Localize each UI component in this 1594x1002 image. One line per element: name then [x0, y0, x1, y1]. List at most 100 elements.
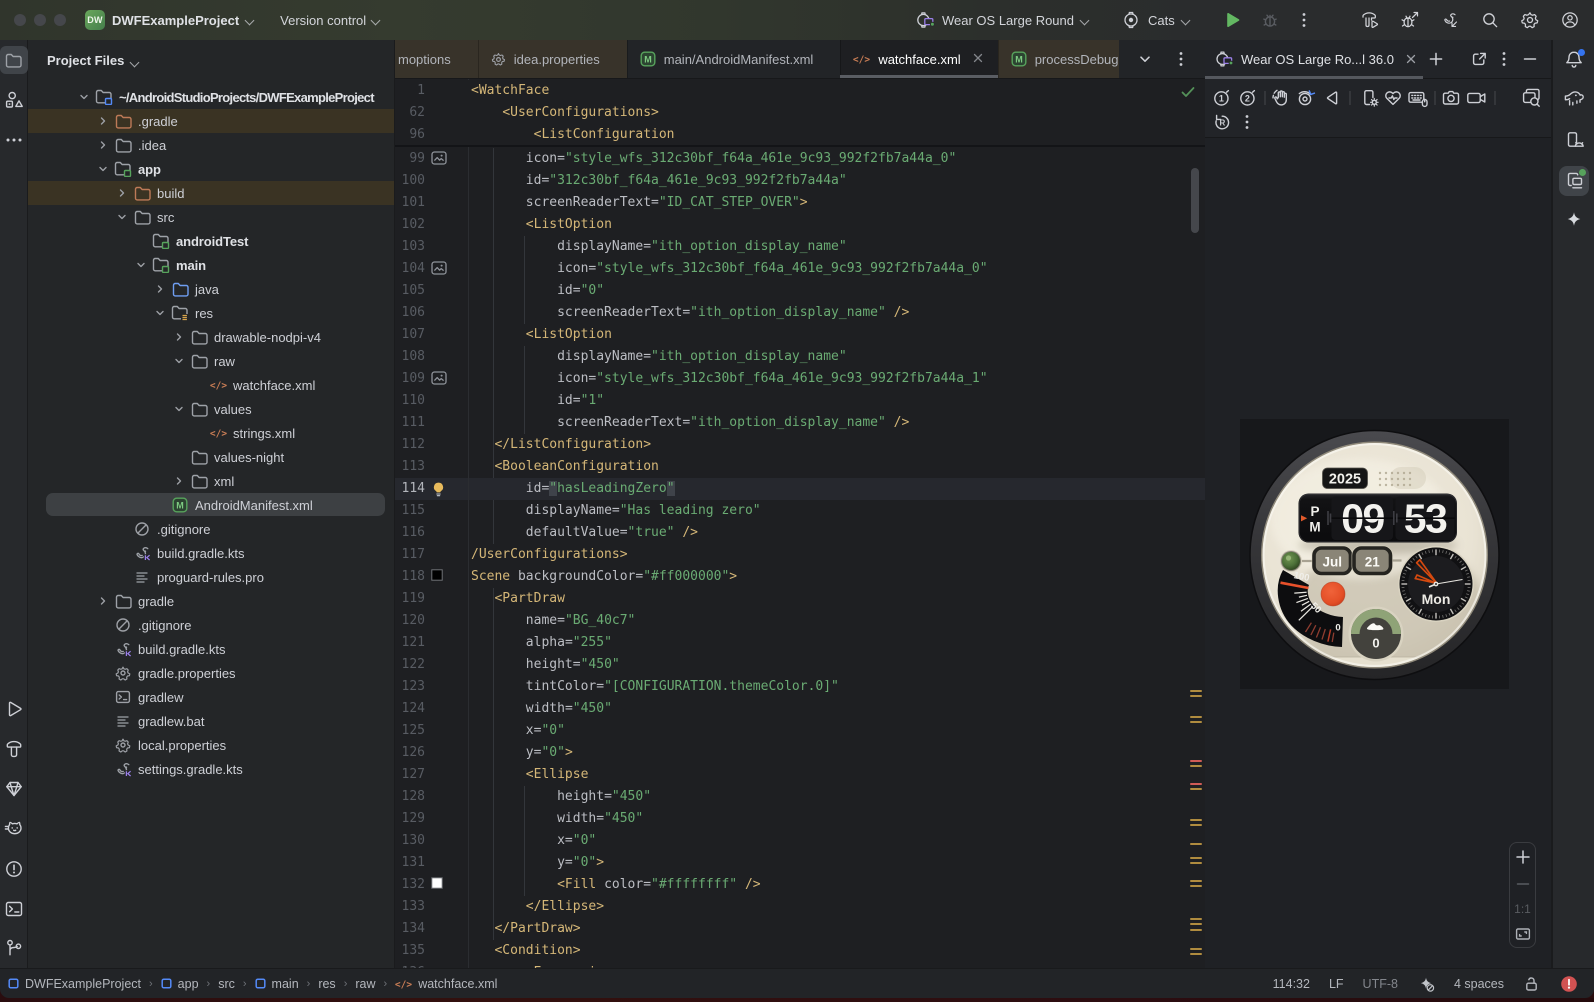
error-indicator[interactable]: [1560, 975, 1578, 993]
tree-item-.gitignore[interactable]: .gitignore: [28, 613, 394, 637]
traffic-lights[interactable]: [0, 14, 80, 26]
display-1-button[interactable]: 1: [1211, 87, 1233, 109]
close-tab-icon[interactable]: [971, 51, 985, 68]
toolwindow-more-tool-windows-button[interactable]: [0, 126, 28, 154]
tree-item-res[interactable]: res: [28, 301, 394, 325]
tree-item-proguard-rules.pro[interactable]: proguard-rules.pro: [28, 565, 394, 589]
build-hammer-icon[interactable]: [1360, 10, 1380, 30]
tree-item-settings.gradle.kts[interactable]: settings.gradle.kts: [28, 757, 394, 781]
error-stripe-mark[interactable]: [1190, 918, 1202, 927]
file-writable-icon[interactable]: [1523, 975, 1541, 993]
tree-item-java[interactable]: java: [28, 277, 394, 301]
device-selector[interactable]: Wear OS Large Round: [905, 5, 1099, 35]
chevron-down-icon[interactable]: [97, 163, 109, 175]
run-button[interactable]: [1222, 10, 1242, 30]
tree-item-values[interactable]: values: [28, 397, 394, 421]
sticky-line-1[interactable]: 1 <WatchFace: [395, 80, 1205, 102]
breadcrumb-item[interactable]: main: [254, 977, 299, 991]
gemini-status-icon[interactable]: [1417, 975, 1435, 993]
tree-item-raw[interactable]: raw: [28, 349, 394, 373]
error-stripe-mark[interactable]: [1190, 690, 1202, 699]
tree-item-build.gradle.kts[interactable]: build.gradle.kts: [28, 637, 394, 661]
toolwindow-gradle-button[interactable]: [1560, 86, 1588, 114]
run-configuration-selector[interactable]: Cats: [1111, 5, 1200, 35]
tree-item-main[interactable]: main: [28, 253, 394, 277]
chevron-right-icon[interactable]: [173, 475, 185, 487]
restart-button[interactable]: R: [1211, 111, 1233, 133]
toolwindow-gemini-button[interactable]: [1560, 206, 1588, 234]
error-stripe-mark[interactable]: [1190, 843, 1202, 848]
gutter-lightbulb-icon[interactable]: [431, 481, 447, 497]
tree-item-build.gradle.kts[interactable]: build.gradle.kts: [28, 541, 394, 565]
chevron-right-icon[interactable]: [97, 115, 109, 127]
tree-item-gradle.properties[interactable]: gradle.properties: [28, 661, 394, 685]
editor-tab-mainAndroidManifest.xml[interactable]: Mmain/AndroidManifest.xml: [627, 40, 841, 78]
add-device-icon[interactable]: [1427, 50, 1445, 68]
editor-tab-idea.properties[interactable]: idea.properties: [477, 40, 627, 78]
more-options-button[interactable]: [1236, 111, 1258, 133]
toolwindow-logcat-button[interactable]: [0, 815, 28, 843]
file-encoding[interactable]: UTF-8: [1363, 977, 1398, 991]
tree-item-.gradle[interactable]: .gradle: [28, 109, 394, 133]
health-services-button[interactable]: [1382, 87, 1404, 109]
error-stripe-mark[interactable]: [1190, 783, 1202, 792]
inspections-ok-icon[interactable]: [1180, 85, 1196, 103]
settings-gear-icon[interactable]: [1520, 10, 1540, 30]
tree-item-src[interactable]: src: [28, 205, 394, 229]
tree-item-.idea[interactable]: .idea: [28, 133, 394, 157]
tree-item-build[interactable]: build: [28, 181, 394, 205]
code-editor[interactable]: 99 icon="style_wfs_312c30bf_f64a_461e_9c…: [395, 79, 1205, 968]
tree-item-.gitignore[interactable]: .gitignore: [28, 517, 394, 541]
maximize-window-button[interactable]: [54, 14, 66, 26]
breadcrumb-item[interactable]: </> watchface.xml: [395, 977, 497, 991]
editor-tab-watchface.xml[interactable]: </> watchface.xml: [840, 40, 998, 78]
chevron-right-icon[interactable]: [116, 187, 128, 199]
zoom-in-button[interactable]: [1514, 848, 1532, 866]
chevron-down-icon[interactable]: [116, 211, 128, 223]
account-avatar-icon[interactable]: [1560, 10, 1580, 30]
breadcrumb-item[interactable]: raw: [355, 977, 375, 991]
tree-item-watchface.xml[interactable]: </> watchface.xml: [28, 373, 394, 397]
chevron-right-icon[interactable]: [97, 139, 109, 151]
error-stripe-mark[interactable]: [1190, 948, 1202, 957]
open-in-window-icon[interactable]: [1470, 50, 1488, 68]
flip-clock[interactable]: P M 09 53: [1298, 493, 1458, 555]
tab-list-chevron-icon[interactable]: [1137, 51, 1153, 67]
zoom-reset-button[interactable]: 1:1: [1514, 902, 1531, 916]
toolwindow-running-devices-button[interactable]: [1558, 166, 1589, 196]
error-stripe-mark[interactable]: [1190, 760, 1202, 769]
tree-item-AndroidManifest.xml[interactable]: M AndroidManifest.xml: [28, 493, 394, 517]
search-icon[interactable]: [1480, 10, 1500, 30]
screenshot-button[interactable]: [1440, 87, 1462, 109]
year-complication[interactable]: 2025: [1322, 467, 1368, 489]
toolwindow-run-button[interactable]: [0, 695, 28, 723]
day-complication[interactable]: 21: [1351, 545, 1393, 576]
error-stripe-mark[interactable]: [1190, 880, 1202, 889]
toolwindow-app-quality-insights-button[interactable]: [0, 775, 28, 803]
zoom-to-fit-button[interactable]: [1514, 925, 1532, 943]
tree-item-AndroidStudioProjectsDWFExampleProject[interactable]: ~/AndroidStudioProjects/DWFExampleProjec…: [28, 85, 394, 109]
toolwindow-problems-button[interactable]: [0, 855, 28, 883]
profiler-icon[interactable]: [1400, 10, 1420, 30]
tree-item-gradlew.bat[interactable]: gradlew.bat: [28, 709, 394, 733]
editor-tab-moptions[interactable]: moptions: [395, 40, 478, 78]
chevron-right-icon[interactable]: [154, 283, 166, 295]
chevron-right-icon[interactable]: [97, 595, 109, 607]
more-actions-button[interactable]: [1294, 10, 1314, 30]
zoom-out-button[interactable]: [1514, 875, 1532, 893]
sticky-line-96[interactable]: 96 <ListConfiguration: [395, 124, 1205, 146]
device-tab[interactable]: Wear OS Large Ro...l 36.0: [1205, 40, 1429, 78]
close-icon[interactable]: [1401, 49, 1421, 69]
breadcrumb-item[interactable]: DWFExampleProject: [8, 977, 141, 991]
tree-item-strings.xml[interactable]: </> strings.xml: [28, 421, 394, 445]
toolwindow-build-button[interactable]: [0, 735, 28, 763]
tree-item-app[interactable]: app: [28, 157, 394, 181]
error-stripe-mark[interactable]: [1190, 857, 1202, 866]
tree-item-androidTest[interactable]: androidTest: [28, 229, 394, 253]
indent-style[interactable]: 4 spaces: [1454, 977, 1504, 991]
breadcrumb-item[interactable]: src: [218, 977, 235, 991]
tree-item-gradle[interactable]: gradle: [28, 589, 394, 613]
error-stripe-mark[interactable]: [1190, 819, 1202, 828]
kebab-menu-icon[interactable]: [1494, 49, 1514, 69]
device-settings-button[interactable]: [1359, 87, 1381, 109]
